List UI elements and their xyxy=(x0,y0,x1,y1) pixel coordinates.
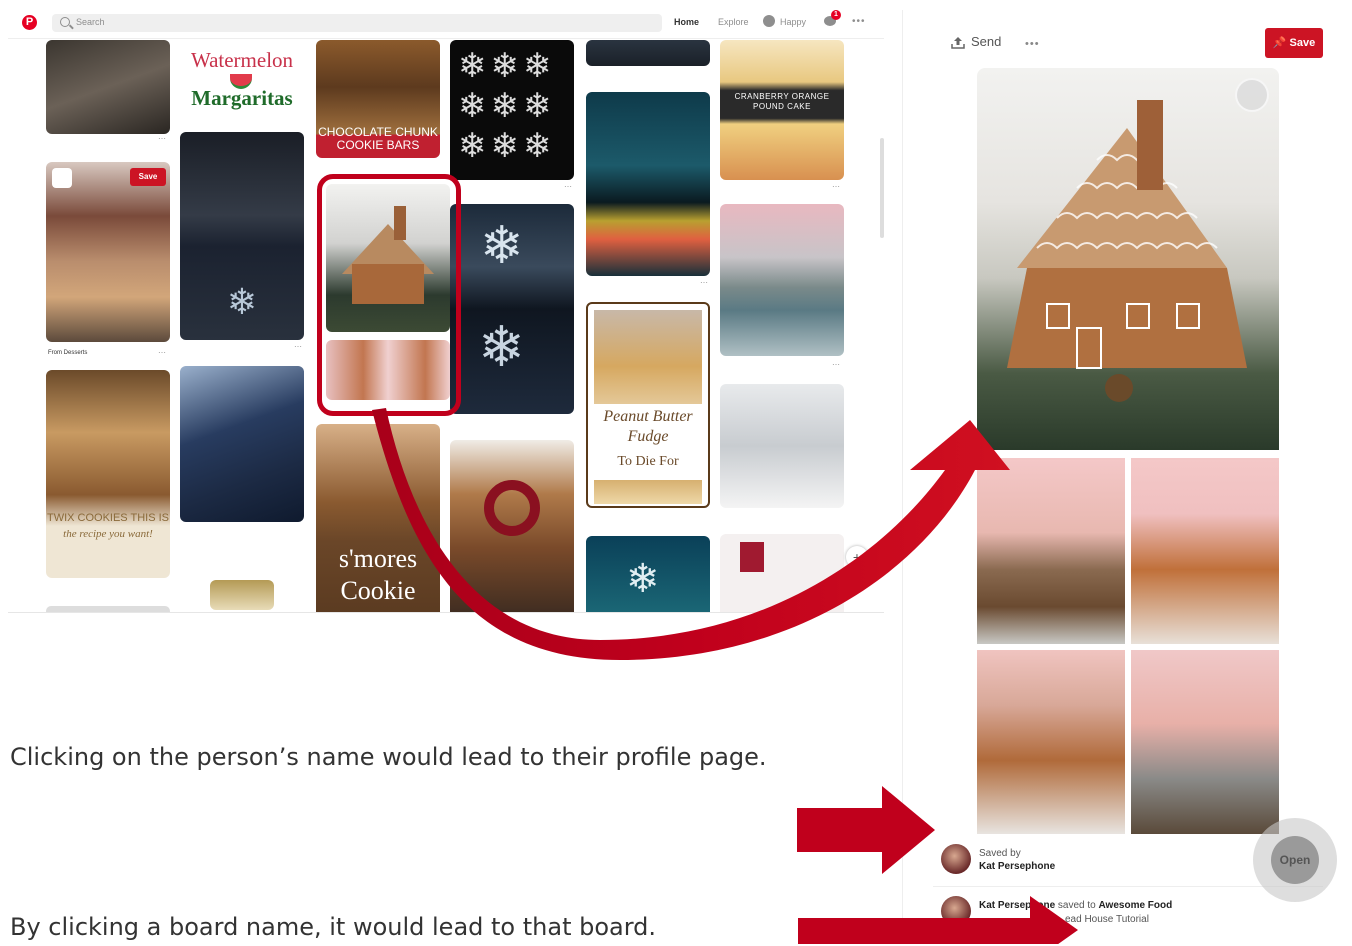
pinterest-logo-icon[interactable]: P xyxy=(22,15,37,30)
pin-jar[interactable] xyxy=(180,574,304,612)
gingerbread-house-image xyxy=(1007,100,1247,402)
pin-more-icon[interactable]: ⋯ xyxy=(294,342,302,351)
saved-by-name-link[interactable]: Kat Persephone xyxy=(979,861,1055,872)
user-avatar-icon[interactable] xyxy=(763,15,775,27)
pin-snowy-forest[interactable] xyxy=(720,384,844,508)
open-label: Open xyxy=(1271,836,1319,884)
pin-icon: 📌 xyxy=(1272,37,1287,49)
pin-cranberry-pound-cake[interactable]: CRANBERRY ORANGE POUND CAKE xyxy=(720,40,844,180)
nav-explore[interactable]: Explore xyxy=(718,17,749,27)
pin-snowflake-dark[interactable]: ❄ xyxy=(180,132,304,340)
selected-pin-highlight xyxy=(317,174,461,416)
caption-board: By clicking a board name, it would lead … xyxy=(10,913,657,941)
top-bar: P Search Home Explore Happy 1 ••• xyxy=(8,8,884,39)
pin-wreath[interactable] xyxy=(450,440,574,612)
activity-avatar[interactable] xyxy=(941,896,971,926)
tutorial-photo-3[interactable] xyxy=(977,650,1125,834)
send-button[interactable]: Send xyxy=(971,34,1001,49)
activity-row: Kat Persephone saved to Awesome Food xyxy=(979,900,1172,911)
pin-title: ead House Tutorial xyxy=(1065,914,1149,925)
snowflake-icon: ❄ xyxy=(226,281,258,322)
add-icon[interactable]: + xyxy=(846,546,868,568)
pin-more-icon[interactable]: ⋯ xyxy=(832,360,840,369)
tutorial-photo-4[interactable] xyxy=(1131,650,1279,834)
pin-desserts-display[interactable]: Save xyxy=(46,162,170,342)
pin-frost-macro[interactable] xyxy=(180,366,304,522)
search-placeholder: Search xyxy=(76,17,105,27)
pin-mountain-lake[interactable] xyxy=(720,204,844,356)
pin-frost-teal[interactable]: ❄ xyxy=(586,536,710,612)
more-icon[interactable]: ••• xyxy=(852,16,866,27)
pin-more-icon[interactable]: ⋯ xyxy=(700,278,708,287)
activity-user-link[interactable]: Kat Persephone xyxy=(979,900,1055,911)
pin-more-icon[interactable]: ⋯ xyxy=(158,348,166,357)
open-button[interactable]: Open xyxy=(1253,818,1337,902)
save-button[interactable]: 📌 Save xyxy=(1265,28,1323,58)
pin-airport-night[interactable] xyxy=(586,92,710,276)
pin-twix-cookies[interactable]: TWIX COOKIES THIS IS the recipe you want… xyxy=(46,370,170,578)
save-label: Save xyxy=(1289,37,1316,49)
pin-paper-shapes[interactable] xyxy=(720,534,844,612)
send-icon[interactable] xyxy=(951,37,965,49)
nav-user[interactable]: Happy xyxy=(780,17,806,27)
pin-detail-panel: Send ••• 📌 Save Saved by Kat Persephone … xyxy=(902,10,1351,944)
board-name-link[interactable]: Awesome Food xyxy=(1099,900,1173,911)
expand-icon[interactable] xyxy=(1235,78,1269,112)
nav-home[interactable]: Home xyxy=(674,17,699,27)
pinterest-home-screenshot: P Search Home Explore Happy 1 ••• Save F… xyxy=(8,8,884,613)
activity-text: saved to xyxy=(1057,900,1096,911)
saved-by-label: Saved by xyxy=(979,848,1021,859)
search-input[interactable]: Search xyxy=(52,14,662,32)
tutorial-photo-2[interactable] xyxy=(1131,458,1279,644)
notification-badge: 1 xyxy=(831,10,841,20)
pin-peanut-butter-fudge[interactable]: Peanut Butter Fudge To Die For xyxy=(586,302,710,508)
search-icon xyxy=(60,17,70,27)
scrollbar[interactable] xyxy=(880,138,884,238)
pin-cookie-bars[interactable]: CHOCOLATE CHUNK COOKIE BARS xyxy=(316,40,440,158)
pin-more-icon[interactable]: ⋯ xyxy=(832,182,840,191)
pin-frost-twig[interactable] xyxy=(46,40,170,134)
pin-from-label: From Desserts xyxy=(48,350,88,356)
upload-icon[interactable] xyxy=(52,168,72,188)
main-pin-image[interactable] xyxy=(977,68,1279,450)
tutorial-photo-1[interactable] xyxy=(977,458,1125,644)
pin-save-button[interactable]: Save xyxy=(130,168,166,186)
pin-more-icon[interactable]: ⋯ xyxy=(158,134,166,143)
pin-partial[interactable] xyxy=(46,606,170,612)
pin-watermelon-margaritas[interactable]: Watermelon Margaritas xyxy=(180,40,304,124)
pin-snowflakes-sheet[interactable]: ❄❄❄ ❄❄❄ ❄❄❄ xyxy=(450,40,574,180)
pin-more-icon[interactable]: ⋯ xyxy=(564,182,572,191)
pin-smores-cookie[interactable]: s'mores Cookie xyxy=(316,424,440,612)
caption-profile: Clicking on the person’s name would lead… xyxy=(10,743,767,771)
more-options-icon[interactable]: ••• xyxy=(1025,38,1040,50)
pin-snowflakes-blue[interactable]: ❄ ❄ xyxy=(450,204,574,414)
saver-avatar[interactable] xyxy=(941,844,971,874)
pin-dark-top[interactable] xyxy=(586,40,710,66)
